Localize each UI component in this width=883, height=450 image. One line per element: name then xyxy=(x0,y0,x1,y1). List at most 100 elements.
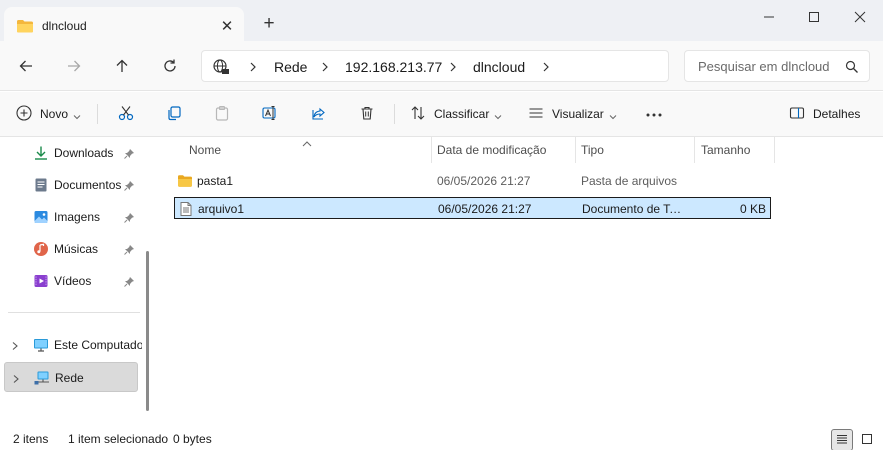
sidebar-item-network[interactable]: Rede xyxy=(4,362,138,392)
new-tab-button[interactable]: + xyxy=(259,14,279,34)
navigation-pane: Downloads Documentos Imagens Músicas Víd… xyxy=(0,137,152,420)
details-pane-button[interactable]: Detalhes xyxy=(789,103,860,125)
sidebar-divider xyxy=(8,312,140,313)
more-options-button[interactable] xyxy=(645,103,663,125)
sidebar-scrollbar[interactable] xyxy=(146,251,149,411)
sort-button[interactable]: Classificar xyxy=(410,103,502,125)
chevron-right-icon[interactable] xyxy=(320,60,330,74)
divider xyxy=(394,104,395,124)
column-header-name[interactable]: Nome xyxy=(189,143,221,157)
refresh-icon[interactable] xyxy=(159,55,181,77)
tab-title: dlncloud xyxy=(42,19,87,33)
pin-icon xyxy=(124,276,135,287)
sort-icon xyxy=(410,105,426,124)
chevron-right-icon[interactable] xyxy=(11,340,19,350)
file-modified: 06/05/2026 21:27 xyxy=(438,202,532,216)
column-divider[interactable] xyxy=(774,137,775,163)
new-button[interactable]: Novo xyxy=(16,103,81,125)
view-label: Visualizar xyxy=(552,107,604,121)
share-button[interactable] xyxy=(311,103,327,125)
sidebar-item-videos[interactable]: Vídeos xyxy=(4,266,138,296)
pin-icon xyxy=(124,244,135,255)
cut-button[interactable] xyxy=(118,103,134,125)
status-bar: 2 itens 1 item selecionado 0 bytes xyxy=(0,420,883,450)
sort-ascending-icon xyxy=(302,136,312,147)
address-bar[interactable]: Rede 192.168.213.77 dlncloud xyxy=(201,50,669,82)
sidebar-item-downloads[interactable]: Downloads xyxy=(4,138,138,168)
add-icon xyxy=(16,104,32,124)
details-label: Detalhes xyxy=(813,107,861,121)
column-divider[interactable] xyxy=(431,137,432,163)
images-icon xyxy=(33,209,49,225)
table-row[interactable]: pasta1 06/05/2026 21:27 Pasta de arquivo… xyxy=(174,170,771,192)
minimize-icon[interactable] xyxy=(758,8,780,26)
file-list: Nome Data de modificação Tipo Tamanho pa… xyxy=(158,137,883,420)
column-header-size[interactable]: Tamanho xyxy=(701,143,750,157)
sidebar-item-this-pc[interactable]: Este Computador xyxy=(4,330,142,360)
item-count: 2 itens xyxy=(13,432,49,446)
videos-icon xyxy=(33,273,49,289)
column-divider[interactable] xyxy=(694,137,695,163)
search-icon[interactable] xyxy=(844,59,860,75)
back-icon[interactable] xyxy=(15,55,37,77)
search-placeholder: Pesquisar em dlncloud xyxy=(698,59,830,74)
view-button[interactable]: Visualizar xyxy=(528,103,617,125)
up-icon[interactable] xyxy=(111,55,133,77)
file-name: arquivo1 xyxy=(198,202,245,216)
selection-count: 1 item selecionado xyxy=(68,432,169,446)
sidebar-item-images[interactable]: Imagens xyxy=(4,202,138,232)
more-icon xyxy=(645,107,663,121)
network-location-icon xyxy=(212,58,230,76)
text-file-icon xyxy=(178,201,194,217)
file-modified: 06/05/2026 21:27 xyxy=(437,174,531,188)
copy-icon xyxy=(166,105,182,124)
network-icon xyxy=(34,370,50,386)
search-input[interactable]: Pesquisar em dlncloud xyxy=(684,50,870,82)
divider xyxy=(97,104,98,124)
rename-icon xyxy=(262,105,278,124)
selection-size: 0 bytes xyxy=(173,432,212,446)
column-divider[interactable] xyxy=(575,137,576,163)
documents-icon xyxy=(33,177,49,193)
new-label: Novo xyxy=(40,107,69,121)
close-tab-icon[interactable]: ✕ xyxy=(218,17,236,35)
column-header-modified[interactable]: Data de modificação xyxy=(437,143,546,157)
chevron-right-icon[interactable] xyxy=(12,373,20,383)
sidebar-item-label: Este Computador xyxy=(54,338,142,352)
sidebar-item-documents[interactable]: Documentos xyxy=(4,170,138,200)
computer-icon xyxy=(33,337,49,353)
view-list-icon xyxy=(528,105,544,124)
close-window-icon[interactable] xyxy=(849,8,871,26)
chevron-right-icon[interactable] xyxy=(448,60,458,74)
command-bar: Novo Classificar Visualizar Detalhes xyxy=(0,92,883,137)
music-icon xyxy=(33,241,49,257)
cut-icon xyxy=(118,105,134,124)
file-type: Pasta de arquivos xyxy=(581,174,678,188)
chevron-right-icon[interactable] xyxy=(541,60,551,74)
file-type: Documento de Texto xyxy=(582,202,687,216)
paste-button[interactable] xyxy=(214,103,230,125)
breadcrumb-dlncloud[interactable]: dlncloud xyxy=(473,59,525,75)
copy-button[interactable] xyxy=(166,103,182,125)
delete-button[interactable] xyxy=(359,103,375,125)
rename-button[interactable] xyxy=(262,103,278,125)
chevron-right-icon[interactable] xyxy=(248,60,258,74)
maximize-icon[interactable] xyxy=(803,8,825,26)
folder-icon xyxy=(177,173,193,189)
table-row[interactable]: arquivo1 06/05/2026 21:27 Documento de T… xyxy=(174,197,771,219)
breadcrumb-ip[interactable]: 192.168.213.77 xyxy=(345,59,442,75)
column-header-type[interactable]: Tipo xyxy=(581,143,604,157)
chevron-down-icon xyxy=(494,110,502,120)
sidebar-item-music[interactable]: Músicas xyxy=(4,234,138,264)
file-name: pasta1 xyxy=(197,174,234,188)
tiles-view-icon xyxy=(861,433,873,448)
tiles-view-button[interactable] xyxy=(856,429,878,450)
details-view-button[interactable] xyxy=(831,429,853,450)
pin-icon xyxy=(124,212,135,223)
details-view-icon xyxy=(836,433,848,448)
breadcrumb-rede[interactable]: Rede xyxy=(274,59,307,75)
paste-icon xyxy=(214,105,230,124)
forward-icon[interactable] xyxy=(63,55,85,77)
chevron-down-icon xyxy=(73,110,81,120)
sort-label: Classificar xyxy=(434,107,490,121)
